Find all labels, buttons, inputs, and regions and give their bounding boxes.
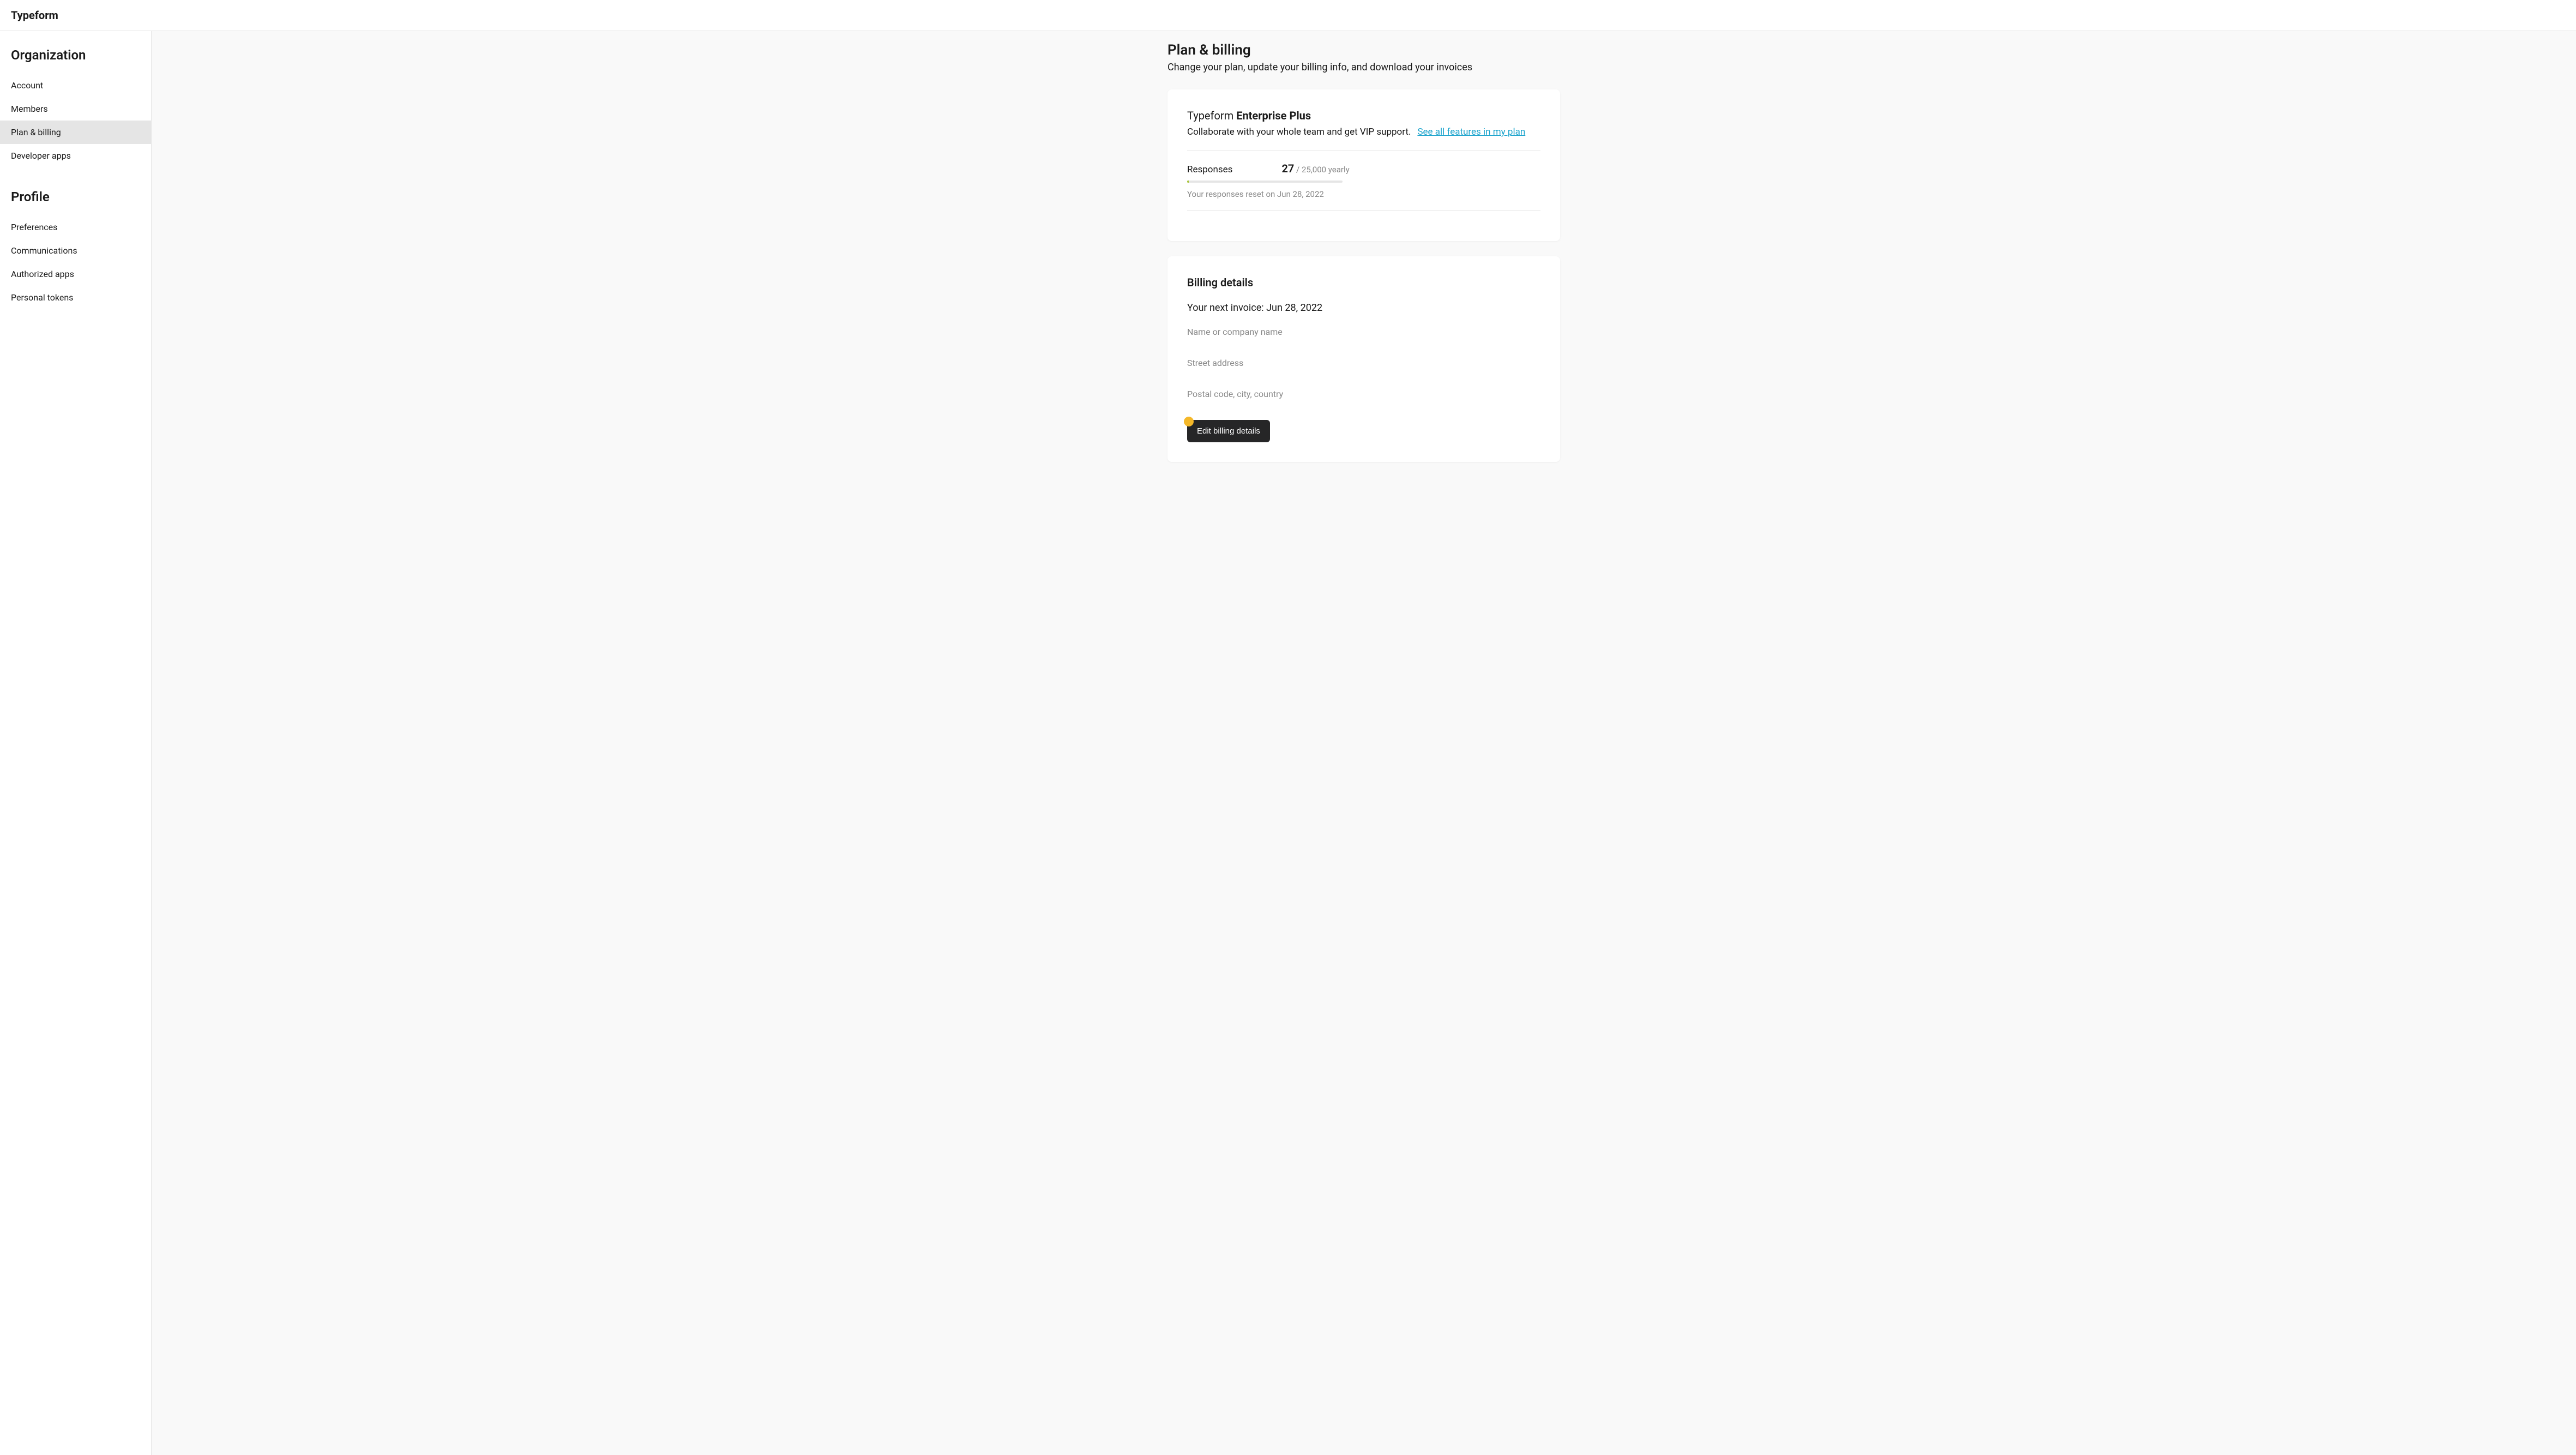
sidebar-item-plan-billing[interactable]: Plan & billing [0, 121, 151, 144]
main-content: Plan & billing Change your plan, update … [152, 31, 2576, 1455]
sidebar-item-personal-tokens[interactable]: Personal tokens [0, 286, 151, 309]
sidebar-item-authorized-apps[interactable]: Authorized apps [0, 262, 151, 286]
usage-label: Responses [1187, 164, 1232, 175]
sidebar-item-members[interactable]: Members [0, 97, 151, 121]
sidebar-item-label: Members [11, 104, 48, 114]
see-features-link[interactable]: See all features in my plan [1417, 127, 1525, 137]
billing-heading: Billing details [1187, 276, 1540, 289]
edit-button-wrap: Edit billing details [1187, 420, 1270, 442]
page-subtitle: Change your plan, update your billing in… [1167, 62, 1560, 73]
plan-tier: Enterprise Plus [1236, 109, 1311, 122]
usage-reset-note: Your responses reset on Jun 28, 2022 [1187, 189, 1540, 199]
usage-progress-bar [1187, 181, 1343, 183]
usage-row: Responses 27 / 25,000 yearly [1187, 162, 1540, 175]
sidebar-item-communications[interactable]: Communications [0, 239, 151, 262]
sidebar-item-label: Personal tokens [11, 292, 73, 303]
plan-name: Typeform Enterprise Plus [1187, 109, 1540, 122]
sidebar-item-developer-apps[interactable]: Developer apps [0, 144, 151, 167]
sidebar-item-label: Authorized apps [11, 269, 74, 279]
page-title: Plan & billing [1167, 42, 1560, 58]
edit-billing-button[interactable]: Edit billing details [1187, 420, 1270, 442]
usage-progress-fill [1187, 181, 1189, 183]
field-street-label: Street address [1187, 358, 1540, 368]
sidebar-item-label: Preferences [11, 222, 57, 232]
content-wrapper: Plan & billing Change your plan, update … [1167, 42, 1560, 1422]
sidebar-item-label: Plan & billing [11, 127, 61, 137]
usage-count: 27 [1281, 162, 1294, 175]
sidebar-item-label: Account [11, 80, 43, 91]
field-postal-label: Postal code, city, country [1187, 389, 1540, 399]
app-logo[interactable]: Typeform [11, 9, 2565, 22]
sidebar-item-preferences[interactable]: Preferences [0, 215, 151, 239]
divider [1187, 210, 1540, 211]
plan-desc-row: Collaborate with your whole team and get… [1187, 127, 1540, 137]
usage-value: 27 / 25,000 yearly [1281, 162, 1540, 175]
plan-description: Collaborate with your whole team and get… [1187, 127, 1411, 137]
plan-brand: Typeform [1187, 109, 1233, 122]
sidebar-item-label: Communications [11, 245, 77, 256]
next-invoice: Your next invoice: Jun 28, 2022 [1187, 302, 1540, 314]
field-name-label: Name or company name [1187, 327, 1540, 337]
sidebar-item-account[interactable]: Account [0, 74, 151, 97]
usage-limit: / 25,000 yearly [1294, 165, 1349, 175]
sidebar-section-profile: Profile [0, 189, 151, 205]
billing-card: Billing details Your next invoice: Jun 2… [1167, 256, 1560, 462]
sidebar-section-organization: Organization [0, 47, 151, 63]
app-header: Typeform [0, 0, 2576, 31]
sidebar-item-label: Developer apps [11, 151, 71, 161]
main-layout: Organization Account Members Plan & bill… [0, 31, 2576, 1455]
sidebar: Organization Account Members Plan & bill… [0, 31, 152, 1455]
attention-indicator-icon [1184, 417, 1194, 426]
plan-card: Typeform Enterprise Plus Collaborate wit… [1167, 89, 1560, 241]
